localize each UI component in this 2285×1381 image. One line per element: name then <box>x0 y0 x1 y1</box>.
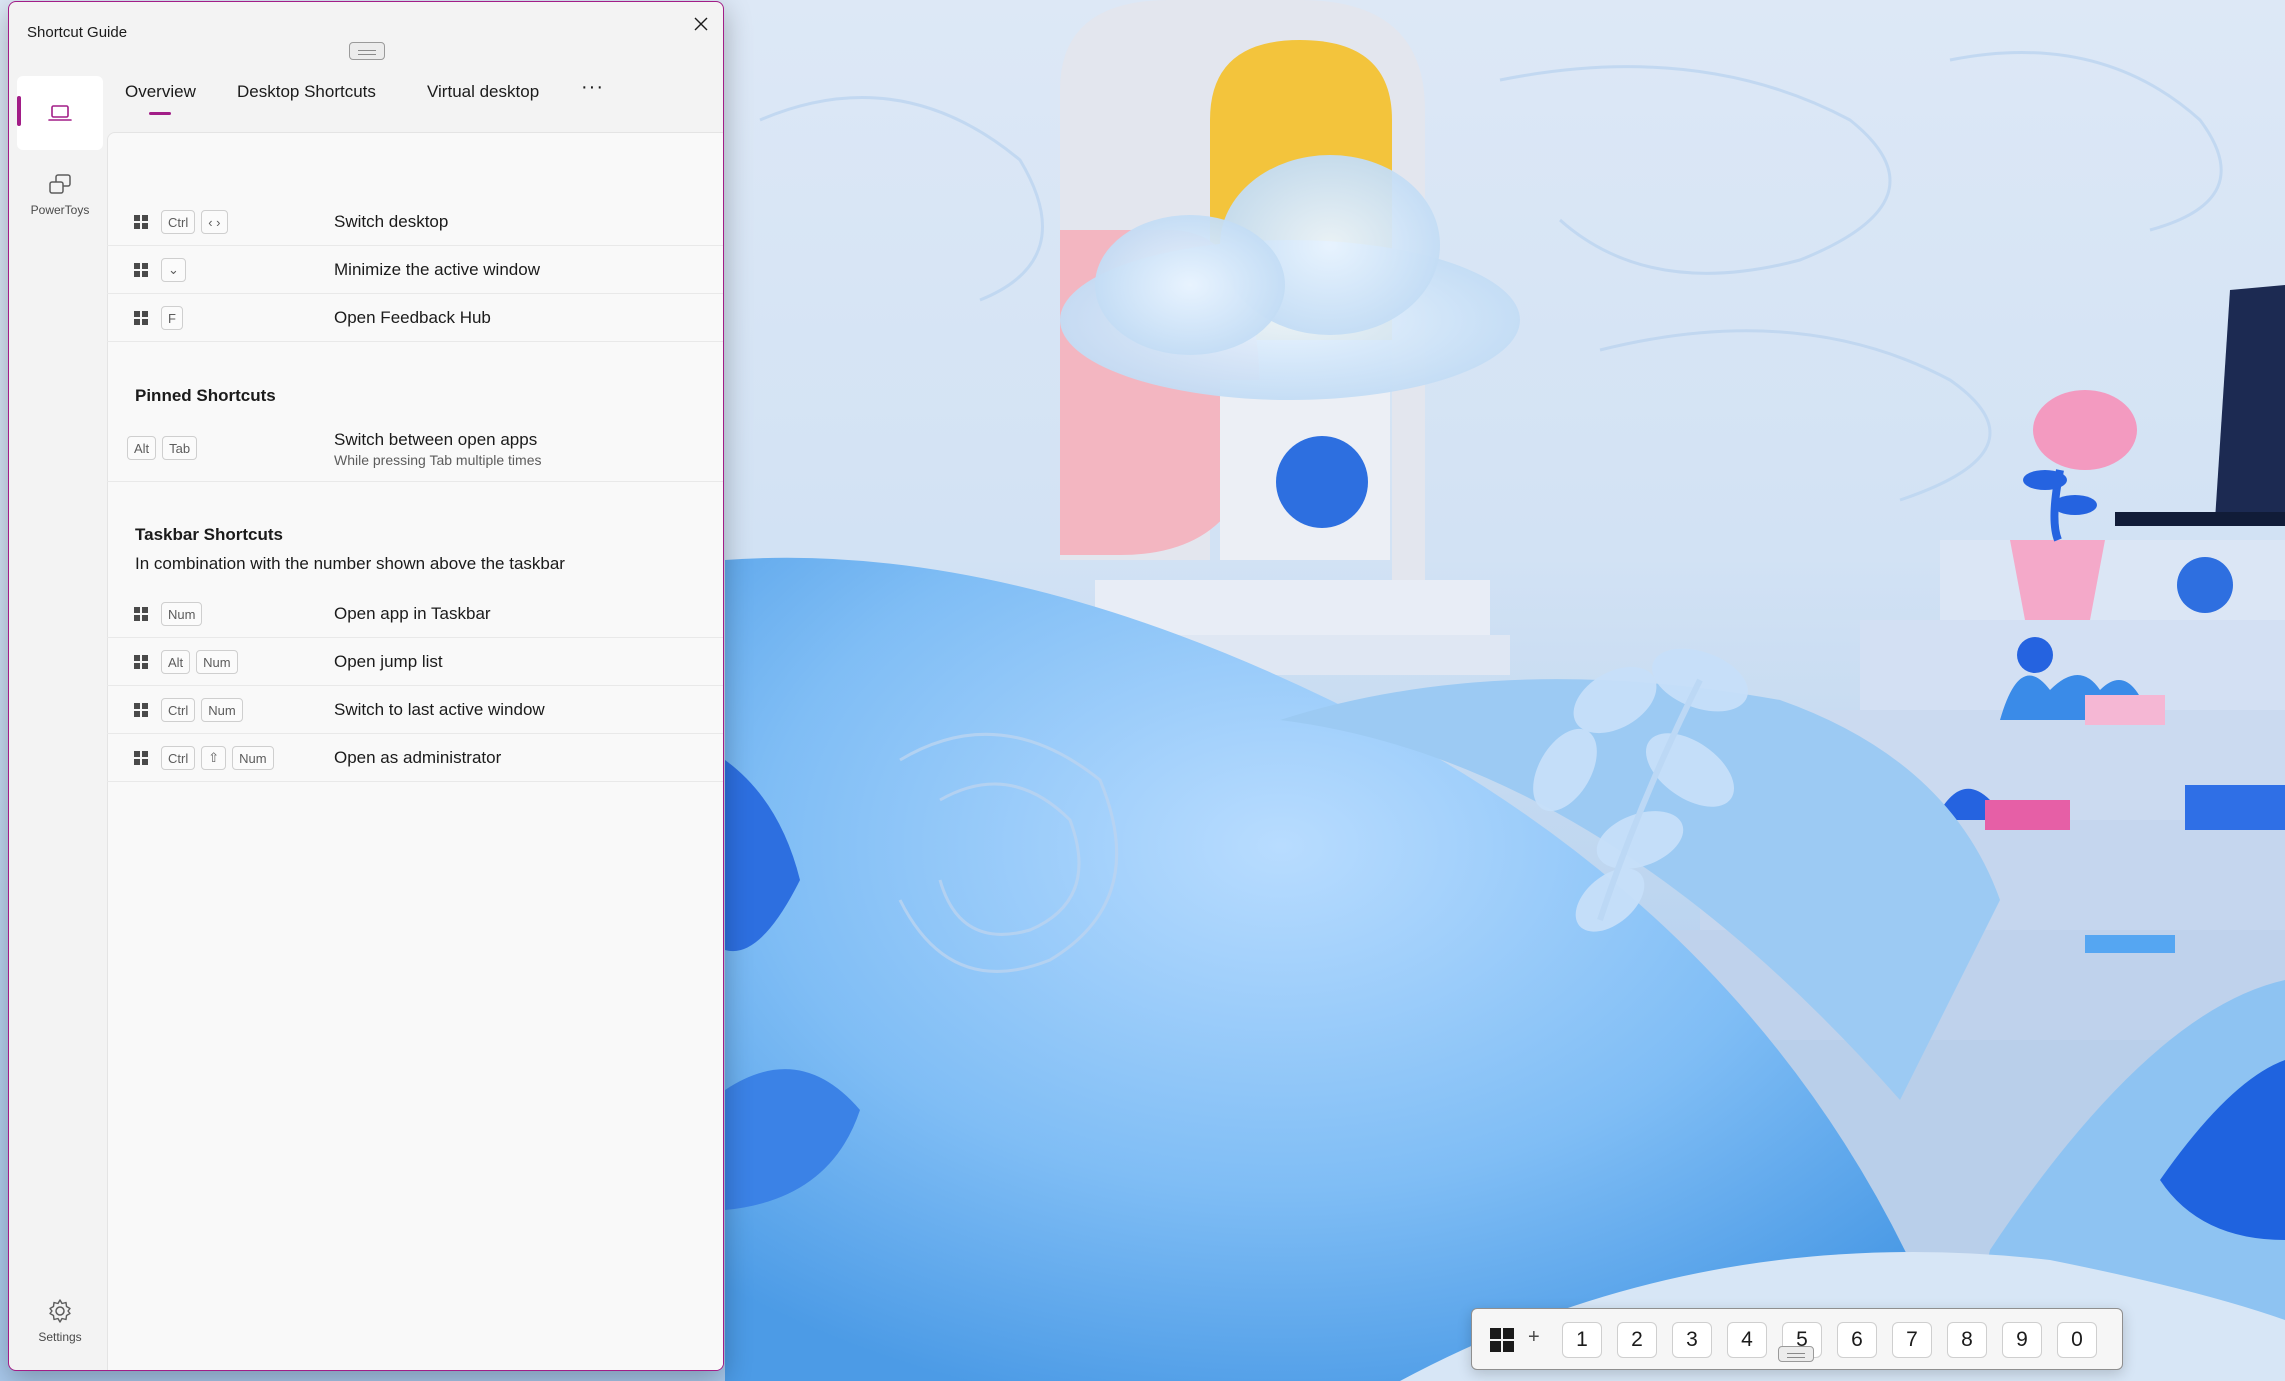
key-combination: ⌄ <box>127 258 186 282</box>
number-key: 2 <box>1617 1322 1657 1358</box>
key-cap: Alt <box>127 436 157 460</box>
shortcut-row: Ctrl ‹ › Switch desktop <box>107 198 723 246</box>
number-key: 8 <box>1947 1322 1987 1358</box>
key-cap: Tab <box>162 436 198 460</box>
key-combination: Num <box>127 602 203 626</box>
windows-key-icon <box>127 698 155 722</box>
shift-key-icon: ⇧ <box>201 746 227 770</box>
shortcut-description: Minimize the active window <box>334 260 540 279</box>
navigation-rail: PowerToys Settings <box>9 76 107 1370</box>
shortcut-row: Ctrl Num Switch to last active window <box>107 686 723 734</box>
number-key: 0 <box>2057 1322 2097 1358</box>
key-combination: Ctrl ‹ › <box>127 210 228 234</box>
key-cap: ⌄ <box>161 258 186 282</box>
shortcut-guide-window: Shortcut Guide PowerToys Settings Overvi… <box>8 1 724 1371</box>
shortcut-row: Ctrl ⇧ Num Open as administrator <box>107 734 723 782</box>
title-bar[interactable]: Shortcut Guide <box>9 2 723 62</box>
windows-key-icon <box>127 258 155 282</box>
nav-item-settings[interactable]: Settings <box>17 1288 103 1354</box>
shortcut-row: F Open Feedback Hub <box>107 294 723 342</box>
shortcut-row: ⌄ Minimize the active window <box>107 246 723 294</box>
key-combination: F <box>127 306 183 330</box>
tab-desktop-shortcuts[interactable]: Desktop Shortcuts <box>237 82 376 102</box>
tab-overview[interactable]: Overview <box>125 82 196 115</box>
key-cap: F <box>161 306 183 330</box>
tab-virtual-desktop-label: Virtual desktop <box>427 82 540 101</box>
key-cap: Ctrl <box>161 698 196 722</box>
windows-key-icon <box>127 650 155 674</box>
key-cap: Num <box>196 650 238 674</box>
nav-item-overview[interactable] <box>17 76 103 150</box>
number-key: 9 <box>2002 1322 2042 1358</box>
number-key: 1 <box>1562 1322 1602 1358</box>
overlay-drag-handle-icon[interactable] <box>1778 1346 1814 1362</box>
shortcut-description: Switch to last active window <box>334 700 545 719</box>
close-icon <box>694 17 708 31</box>
nav-item-powertoys[interactable]: PowerToys <box>17 162 103 228</box>
laptop-icon <box>48 105 72 121</box>
tab-overview-label: Overview <box>125 82 196 101</box>
number-key: 7 <box>1892 1322 1932 1358</box>
key-cap: Ctrl <box>161 746 196 770</box>
shortcut-row: Alt Tab Switch between open apps While p… <box>107 422 723 482</box>
key-cap: Alt <box>161 650 191 674</box>
shortcut-row: Num Open app in Taskbar <box>107 590 723 638</box>
number-key: 6 <box>1837 1322 1877 1358</box>
key-cap: Num <box>161 602 203 626</box>
taskbar-shortcuts-subtitle: In combination with the number shown abo… <box>135 554 565 573</box>
drag-handle-icon[interactable] <box>349 42 385 60</box>
number-key: 4 <box>1727 1322 1767 1358</box>
plus-sign: + <box>1528 1326 1540 1348</box>
taskbar-shortcuts-title: Taskbar Shortcuts <box>135 525 284 544</box>
key-cap: Ctrl <box>161 210 196 234</box>
nav-item-powertoys-label: PowerToys <box>30 203 90 217</box>
key-combination: Ctrl ⇧ Num <box>127 746 274 770</box>
key-combination: Alt Num <box>127 650 238 674</box>
tab-virtual-desktop[interactable]: Virtual desktop <box>427 82 539 102</box>
key-cap: Num <box>232 746 274 770</box>
key-combination: Ctrl Num <box>127 698 243 722</box>
nav-item-settings-label: Settings <box>38 1330 82 1344</box>
pinned-shortcuts-title: Pinned Shortcuts <box>135 386 276 405</box>
windows-key-icon <box>1486 1324 1518 1356</box>
windows-key-icon <box>127 746 155 770</box>
windows-key-icon <box>127 306 155 330</box>
key-combination: Alt Tab <box>127 436 198 460</box>
shortcut-description: Open as administrator <box>334 748 502 767</box>
powertoys-windows-icon <box>49 174 71 194</box>
gear-icon <box>49 1299 71 1323</box>
window-title: Shortcut Guide <box>27 24 128 41</box>
shortcut-description: Switch between open apps <box>334 430 538 449</box>
shortcut-description: Open jump list <box>334 652 443 671</box>
close-button[interactable] <box>681 6 721 42</box>
more-tabs-button[interactable]: ··· <box>581 76 604 99</box>
windows-key-icon <box>127 602 155 626</box>
key-cap: ‹ › <box>201 210 228 234</box>
selection-indicator <box>17 96 21 126</box>
number-key: 3 <box>1672 1322 1712 1358</box>
shortcut-subdescription: While pressing Tab multiple times <box>334 452 542 468</box>
shortcut-row: Alt Num Open jump list <box>107 638 723 686</box>
tab-selected-indicator <box>149 112 172 115</box>
shortcut-description: Open Feedback Hub <box>334 308 491 327</box>
shortcut-description: Switch desktop <box>334 212 449 231</box>
tab-desktop-shortcuts-label: Desktop Shortcuts <box>237 82 376 101</box>
shortcut-description: Open app in Taskbar <box>334 604 491 623</box>
windows-key-icon <box>127 210 155 234</box>
key-cap: Num <box>201 698 243 722</box>
